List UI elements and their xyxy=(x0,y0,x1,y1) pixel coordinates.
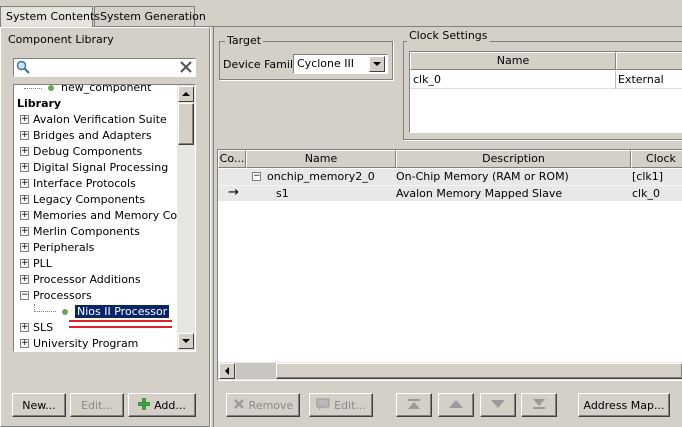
clock-table[interactable]: Name clk_0 External xyxy=(409,51,682,133)
tree-scrollbar[interactable] xyxy=(177,85,195,351)
dropdown-chevron-icon[interactable] xyxy=(369,56,385,72)
tree-item-legacy[interactable]: + Legacy Components xyxy=(20,192,145,208)
annotation-underline-2 xyxy=(69,326,172,328)
scroll-up-button[interactable] xyxy=(178,86,194,102)
scroll-thumb[interactable] xyxy=(178,103,194,145)
tree-item-processor-additions[interactable]: + Processor Additions xyxy=(20,272,141,288)
edit-button[interactable]: Edit... xyxy=(309,393,373,417)
h-scroll-thumb[interactable] xyxy=(276,363,682,379)
clock-col-source[interactable] xyxy=(616,52,682,70)
col-clock[interactable]: Clock xyxy=(631,150,682,168)
tree-item-new-component[interactable]: new_component xyxy=(24,85,151,96)
tree-library-header: Library xyxy=(17,97,62,110)
device-family-label: Device Family: xyxy=(223,58,303,71)
selected-nios-label[interactable]: Nios II Processor xyxy=(73,304,171,319)
tree-item-avalon[interactable]: + Avalon Verification Suite xyxy=(20,112,167,128)
move-top-icon xyxy=(406,398,422,413)
component-dot-icon xyxy=(47,85,54,91)
expand-icon[interactable]: + xyxy=(20,115,29,124)
add-component-button[interactable]: Add... xyxy=(128,393,196,417)
col-connections[interactable]: Co... xyxy=(218,150,246,168)
tree-item-nios[interactable]: Nios II Processor xyxy=(34,304,171,320)
library-title: Component Library xyxy=(8,33,114,46)
tree-item-processors[interactable]: − Processors xyxy=(20,288,92,304)
tree-item-bridges[interactable]: + Bridges and Adapters xyxy=(20,128,152,144)
expand-icon[interactable]: + xyxy=(20,323,29,332)
remove-x-icon xyxy=(233,398,245,413)
move-down-icon xyxy=(490,398,506,413)
move-up-button[interactable] xyxy=(438,393,474,417)
remove-button[interactable]: Remove xyxy=(226,393,300,417)
expand-icon[interactable]: + xyxy=(20,259,29,268)
clock-row[interactable]: clk_0 External xyxy=(410,71,682,89)
edit-component-button[interactable]: Edit... xyxy=(70,393,124,417)
expand-icon[interactable]: + xyxy=(20,243,29,252)
scroll-down-button[interactable] xyxy=(178,333,194,349)
device-family-select[interactable]: Cyclone III xyxy=(293,54,388,74)
add-plus-icon xyxy=(138,397,150,413)
tree-item-pll[interactable]: + PLL xyxy=(20,256,52,272)
panel-splitter[interactable] xyxy=(210,27,214,427)
table-row[interactable]: → s1 Avalon Memory Mapped Slave clk_0 xyxy=(218,185,682,201)
components-table[interactable]: Co... Name Description Clock − onchip_me… xyxy=(217,149,682,381)
tree-item-dsp[interactable]: + Digital Signal Processing xyxy=(20,160,168,176)
connection-arrow-icon: → xyxy=(228,185,239,200)
expand-icon[interactable]: + xyxy=(20,195,29,204)
edit-note-icon xyxy=(316,398,330,413)
scroll-left-button[interactable] xyxy=(219,363,235,379)
tree-item-interface[interactable]: + Interface Protocols xyxy=(20,176,136,192)
component-dot-icon xyxy=(61,309,68,315)
new-component-button[interactable]: New... xyxy=(12,393,66,417)
clock-settings-title: Clock Settings xyxy=(407,29,490,42)
tree-item-debug[interactable]: + Debug Components xyxy=(20,144,142,160)
move-bottom-icon xyxy=(531,398,547,413)
expand-icon[interactable]: + xyxy=(20,163,29,172)
tree-item-peripherals[interactable]: + Peripherals xyxy=(20,240,94,256)
tree-item-university[interactable]: + University Program xyxy=(20,336,138,351)
expand-icon[interactable]: + xyxy=(20,227,29,236)
table-row[interactable]: − onchip_memory2_0 On-Chip Memory (RAM o… xyxy=(218,169,682,185)
col-name[interactable]: Name xyxy=(246,150,396,168)
expand-icon[interactable]: + xyxy=(20,179,29,188)
move-up-icon xyxy=(448,398,464,413)
scroll-track xyxy=(236,363,276,379)
collapse-icon[interactable]: − xyxy=(252,172,261,181)
col-description[interactable]: Description xyxy=(396,150,631,168)
library-tree[interactable]: new_component Library + Avalon Verificati… xyxy=(13,84,196,352)
library-search[interactable] xyxy=(13,58,196,77)
collapse-icon[interactable]: − xyxy=(20,291,29,300)
tree-item-merlin[interactable]: + Merlin Components xyxy=(20,224,140,240)
search-icon xyxy=(16,60,30,77)
tab-system-generation[interactable]: System Generation xyxy=(94,6,206,26)
annotation-underline xyxy=(69,320,172,322)
table-h-scrollbar[interactable] xyxy=(218,362,682,380)
expand-icon[interactable]: + xyxy=(20,131,29,140)
target-title: Target xyxy=(225,34,264,47)
expand-icon[interactable]: + xyxy=(20,147,29,156)
tree-item-memories[interactable]: +Memories and Memory Contro xyxy=(20,208,177,224)
search-input[interactable] xyxy=(32,60,172,75)
address-map-button[interactable]: Address Map... xyxy=(578,393,670,417)
expand-icon[interactable]: + xyxy=(20,211,29,220)
expand-icon[interactable]: + xyxy=(20,275,29,284)
tab-system-contents[interactable]: System Contents xyxy=(0,6,100,27)
expand-icon[interactable]: + xyxy=(20,339,29,348)
clock-col-name[interactable]: Name xyxy=(410,52,616,70)
move-bottom-button[interactable] xyxy=(521,393,557,417)
move-top-button[interactable] xyxy=(396,393,432,417)
clear-search-icon[interactable] xyxy=(179,60,193,77)
tree-item-sls[interactable]: + SLS xyxy=(20,320,53,336)
device-family-value: Cyclone III xyxy=(297,57,354,70)
tree-content: new_component Library + Avalon Verificati… xyxy=(14,85,177,351)
move-down-button[interactable] xyxy=(480,393,516,417)
